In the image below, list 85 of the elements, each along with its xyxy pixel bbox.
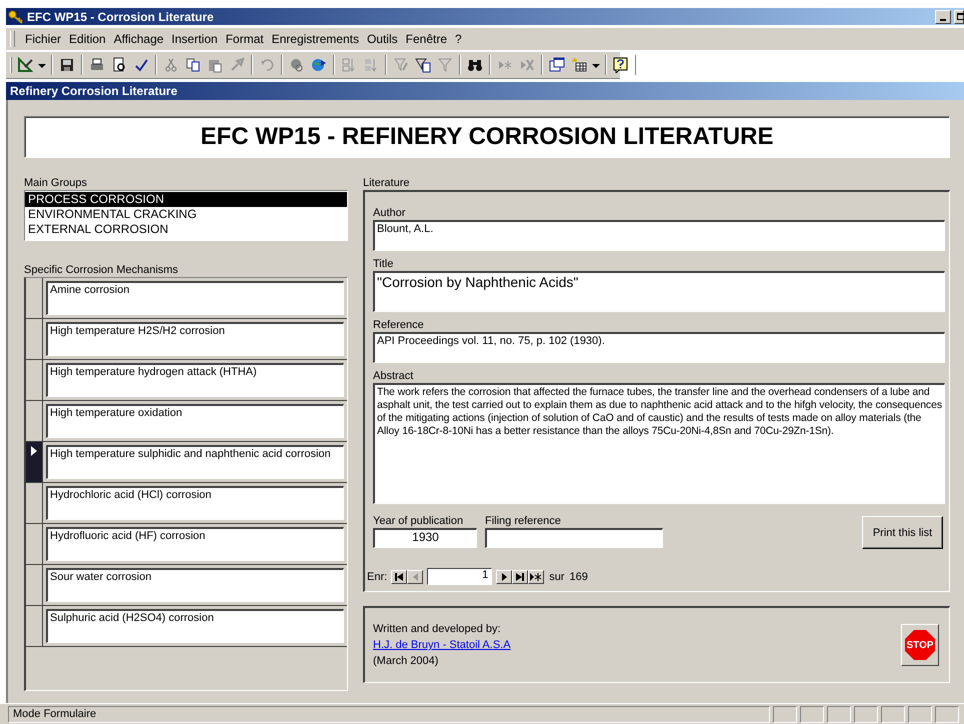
form-heading: EFC WP15 - REFINERY CORROSION LITERATURE: [24, 116, 950, 158]
group-item[interactable]: ENVIRONMENTAL CRACKING: [25, 207, 347, 222]
mechanism-field[interactable]: High temperature sulphidic and naphthenic acid corrosion: [46, 445, 344, 479]
windows-icon[interactable]: [549, 57, 565, 73]
key-icon: [8, 10, 24, 24]
next-record-icon: [502, 572, 507, 580]
mechanism-field[interactable]: Sour water corrosion: [46, 568, 344, 602]
previous-record-icon: [412, 572, 418, 580]
menu-item[interactable]: Enregistrements: [272, 32, 359, 46]
text-field[interactable]: "Corrosion by Naphthenic Acids": [373, 271, 945, 312]
field-label: Reference: [373, 318, 425, 332]
menu-item[interactable]: Outils: [366, 32, 398, 46]
spellcheck-icon[interactable]: [133, 57, 149, 73]
record-number-field[interactable]: 1: [427, 568, 492, 585]
new-object-icon[interactable]: [571, 57, 587, 73]
help-icon[interactable]: [613, 57, 629, 73]
text-field[interactable]: Blount, A.L.: [373, 220, 945, 251]
mechanisms-label: Specific Corrosion Mechanisms: [24, 263, 180, 277]
mechanism-field[interactable]: Amine corrosion: [46, 281, 344, 315]
mechanism-field[interactable]: Hydrochloric acid (HCl) corrosion: [46, 486, 344, 520]
last-record-button[interactable]: [512, 570, 528, 584]
minimize-button[interactable]: [935, 10, 951, 24]
group-item[interactable]: PROCESS CORROSION: [25, 192, 347, 207]
menu-item[interactable]: ?: [455, 32, 462, 46]
menu-item[interactable]: Edition: [69, 32, 106, 46]
status-indicator-panel: [773, 706, 797, 722]
stop-button[interactable]: STOP: [901, 624, 939, 666]
menu-item[interactable]: Fichier: [25, 32, 62, 46]
field-label: Abstract: [373, 369, 414, 383]
record-total: 169: [569, 570, 588, 582]
current-record-icon: [31, 446, 37, 456]
field-label: Author: [373, 206, 406, 220]
paste-icon[interactable]: [207, 57, 223, 73]
credits-text: Written and developed by:: [373, 622, 502, 637]
author-link[interactable]: H.J. de Bruyn - Statoil A.S.A: [373, 637, 511, 653]
credits-date: (March 2004): [373, 654, 440, 669]
record-selector[interactable]: [26, 442, 43, 482]
field-label: Year of publication: [373, 514, 464, 528]
mechanism-field[interactable]: High temperature oxidation: [46, 404, 344, 438]
menu-item[interactable]: Fenêtre: [406, 32, 448, 46]
group-item[interactable]: EXTERNAL CORROSION: [25, 222, 347, 237]
window-title: EFC WP15 - Corrosion Literature: [27, 10, 214, 24]
menu-item[interactable]: Insertion: [172, 32, 218, 46]
menu-item[interactable]: Affichage: [114, 32, 164, 46]
copy-icon[interactable]: [185, 57, 201, 73]
print-preview-icon[interactable]: [111, 57, 127, 73]
menu-item[interactable]: Format: [226, 32, 264, 46]
record-label: Enr:: [367, 570, 388, 582]
status-indicator-panel: [881, 706, 905, 722]
printer-icon[interactable]: [89, 57, 105, 73]
status-text: Mode Formulaire: [8, 706, 770, 722]
year-field[interactable]: 1930: [373, 528, 477, 548]
design-view-icon[interactable]: [17, 57, 33, 73]
field-label: Filing reference: [485, 514, 562, 528]
form-caption: Refinery Corrosion Literature: [10, 84, 178, 98]
new-record-button[interactable]: [528, 570, 544, 584]
binoculars-icon[interactable]: [467, 57, 483, 73]
scissors-icon[interactable]: [163, 57, 179, 73]
text-field[interactable]: The work refers the corrosion that affected the furnace tubes, the transfer line and the overhead condensers of a lube and asphalt unit, the test carried out to explain them as due to naphthenic acid attack and to the hifgh velocity, the consequences of the mitigating actions (injection of solution of CaO and of caustic) and the results of tests made on alloy materials (the Alloy 16-18Cr-8-10Ni has a better resistance than the alloys 75Cu-20Ni-4,8Sn and 70Cu-29Zn-1Sn).: [373, 383, 945, 504]
new-record-icon: [530, 572, 542, 580]
save-icon[interactable]: [59, 57, 75, 73]
status-indicator-panel: [827, 706, 851, 722]
mechanism-field[interactable]: Sulphuric acid (H2SO4) corrosion: [46, 609, 344, 643]
field-label: Title: [373, 257, 394, 271]
filing-reference-field[interactable]: [485, 528, 663, 548]
last-record-icon: [516, 572, 524, 580]
print-button[interactable]: Print this list: [862, 516, 943, 549]
first-record-icon: [395, 572, 404, 580]
maximize-button[interactable]: [954, 10, 964, 24]
literature-label: Literature: [363, 176, 410, 190]
record-of-label: sur: [549, 570, 564, 582]
next-record-button[interactable]: [496, 570, 512, 584]
mechanism-field[interactable]: High temperature hydrogen attack (HTHA): [46, 363, 344, 397]
status-indicator-panel: [854, 706, 878, 722]
status-indicator-panel: [800, 706, 824, 722]
status-indicator-panel: [908, 706, 932, 722]
mechanism-field[interactable]: High temperature H2S/H2 corrosion: [46, 322, 344, 356]
first-record-button[interactable]: [391, 570, 408, 584]
main-groups-list[interactable]: PROCESS CORROSION ENVIRONMENTAL CRACKING EXTERNAL CORROSION: [24, 190, 348, 241]
mechanism-field[interactable]: Hydrofluoric acid (HF) corrosion: [46, 527, 344, 561]
status-indicator-panel: [935, 706, 959, 722]
text-field[interactable]: API Proceedings vol. 11, no. 75, p. 102 (1930).: [373, 332, 945, 363]
previous-record-button[interactable]: [407, 570, 424, 584]
filter-form-icon[interactable]: [415, 57, 431, 73]
main-groups-label: Main Groups: [24, 176, 88, 190]
